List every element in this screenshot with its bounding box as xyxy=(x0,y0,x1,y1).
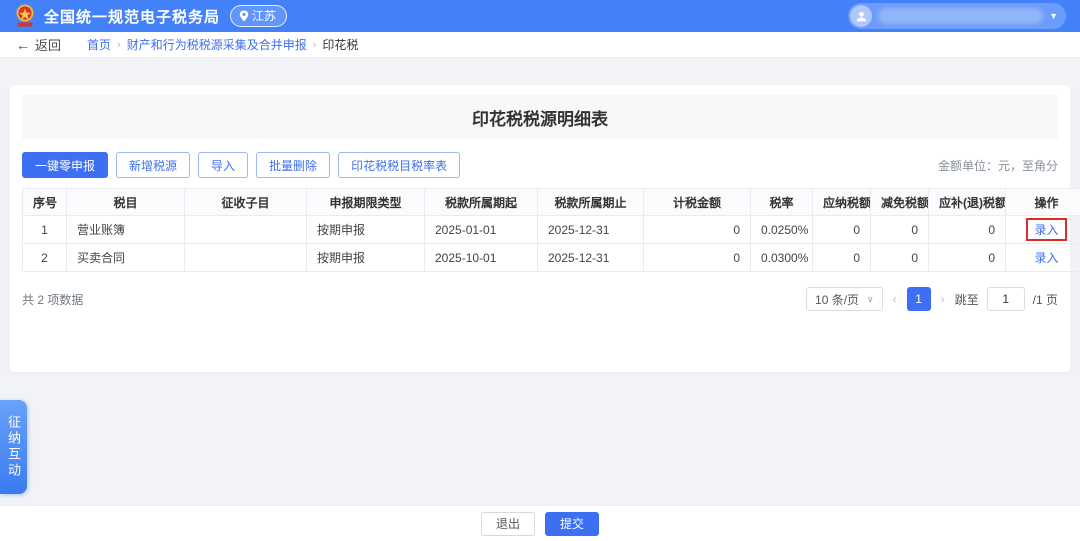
stamp-tax-card: 印花税税源明细表 一键零申报 新增税源 导入 批量删除 印花税税目税率表 金额单… xyxy=(10,85,1070,372)
table-cell: 0 xyxy=(644,216,751,244)
table-cell: 0 xyxy=(929,216,1006,244)
card-title-strip: 印花税税源明细表 xyxy=(22,95,1058,139)
table-cell-action: 录入 xyxy=(1006,216,1080,244)
user-icon xyxy=(855,10,868,23)
page-footer: 退出 提交 xyxy=(0,505,1080,541)
column-header: 税款所属期止 xyxy=(538,189,644,216)
breadcrumb-separator: › xyxy=(117,39,121,51)
table-cell: 0 xyxy=(929,244,1006,272)
table-cell: 2025-12-31 xyxy=(538,216,644,244)
table-header-row: 序号税目征收子目申报期限类型税款所属期起税款所属期止计税金额税率应纳税额减免税额… xyxy=(23,189,1080,216)
app-header: 全国统一规范电子税务局 江苏 ▼ xyxy=(0,0,1080,32)
location-label: 江苏 xyxy=(252,7,276,24)
table-cell: 2 xyxy=(23,244,67,272)
chevron-down-icon: ▼ xyxy=(1049,11,1058,21)
chevron-down-icon: ∨ xyxy=(867,294,874,305)
table-body: 1营业账簿按期申报2025-01-012025-12-3100.0250%000… xyxy=(23,216,1080,272)
table-cell: 2025-12-31 xyxy=(538,244,644,272)
user-name-redacted xyxy=(878,8,1043,24)
table-cell: 买卖合同 xyxy=(67,244,185,272)
table-cell: 营业账簿 xyxy=(67,216,185,244)
jump-to-label: 跳至 xyxy=(955,291,979,308)
column-header: 税款所属期起 xyxy=(425,189,538,216)
row-enter-link[interactable]: 录入 xyxy=(1034,251,1058,265)
breadcrumb-collection[interactable]: 财产和行为税税源采集及合并申报 xyxy=(127,36,307,53)
column-header: 征收子目 xyxy=(185,189,307,216)
tax-interaction-side-tab[interactable]: 征纳互动 xyxy=(0,400,27,494)
page-number-1[interactable]: 1 xyxy=(907,287,931,311)
back-label: 返回 xyxy=(35,35,61,54)
table-cell: 0 xyxy=(813,244,871,272)
column-header: 应纳税额 xyxy=(813,189,871,216)
next-page-button[interactable]: › xyxy=(939,292,947,306)
table-cell: 0 xyxy=(644,244,751,272)
tax-rate-table-button[interactable]: 印花税税目税率表 xyxy=(338,152,460,178)
back-button[interactable]: ← 返回 xyxy=(16,35,61,54)
column-header: 税目 xyxy=(67,189,185,216)
exit-button[interactable]: 退出 xyxy=(481,512,535,536)
back-arrow-icon: ← xyxy=(16,37,30,53)
table-cell: 1 xyxy=(23,216,67,244)
one-click-zero-filing-button[interactable]: 一键零申报 xyxy=(22,152,108,178)
submit-button[interactable]: 提交 xyxy=(545,512,599,536)
tax-bureau-emblem-icon xyxy=(14,4,36,28)
user-account-menu[interactable]: ▼ xyxy=(848,3,1066,29)
page-size-select[interactable]: 10 条/页 ∨ xyxy=(806,287,883,311)
table-cell: 按期申报 xyxy=(307,216,425,244)
add-tax-source-button[interactable]: 新增税源 xyxy=(116,152,190,178)
table-footer: 共 2 项数据 10 条/页 ∨ ‹ 1 › 跳至 /1 页 xyxy=(22,287,1058,311)
breadcrumb-bar: ← 返回 首页 › 财产和行为税税源采集及合并申报 › 印花税 xyxy=(0,32,1080,58)
table-cell xyxy=(185,216,307,244)
table-cell: 0.0300% xyxy=(751,244,813,272)
column-header: 操作 xyxy=(1006,189,1080,216)
table-cell: 2025-10-01 xyxy=(425,244,538,272)
amount-unit-note: 金额单位：元，至角分 xyxy=(938,157,1058,178)
table-cell xyxy=(185,244,307,272)
table-cell-action: 录入 xyxy=(1006,244,1080,272)
row-enter-link[interactable]: 录入 xyxy=(1026,218,1066,241)
table-cell: 0 xyxy=(813,216,871,244)
toolbar: 一键零申报 新增税源 导入 批量删除 印花税税目税率表 金额单位：元，至角分 xyxy=(22,152,1058,178)
column-header: 计税金额 xyxy=(644,189,751,216)
column-header: 应补(退)税额 xyxy=(929,189,1006,216)
total-pages-label: /1 页 xyxy=(1033,291,1058,308)
batch-delete-button[interactable]: 批量删除 xyxy=(256,152,330,178)
import-button[interactable]: 导入 xyxy=(198,152,248,178)
location-badge[interactable]: 江苏 xyxy=(230,5,287,27)
total-items-text: 共 2 项数据 xyxy=(22,291,83,308)
location-pin-icon xyxy=(239,10,249,22)
table-cell: 按期申报 xyxy=(307,244,425,272)
breadcrumb-home[interactable]: 首页 xyxy=(87,36,111,53)
table-row: 2买卖合同按期申报2025-10-012025-12-3100.0300%000… xyxy=(23,244,1080,272)
app-title: 全国统一规范电子税务局 xyxy=(44,6,220,27)
page-title: 印花税税源明细表 xyxy=(472,105,608,130)
column-header: 序号 xyxy=(23,189,67,216)
breadcrumb-separator: › xyxy=(313,39,317,51)
table-cell: 0 xyxy=(871,216,929,244)
breadcrumb-current: 印花税 xyxy=(322,36,358,53)
page-size-value: 10 条/页 xyxy=(815,291,859,308)
breadcrumb: 首页 › 财产和行为税税源采集及合并申报 › 印花税 xyxy=(87,36,358,53)
pagination: 10 条/页 ∨ ‹ 1 › 跳至 /1 页 xyxy=(806,287,1058,311)
table-cell: 0.0250% xyxy=(751,216,813,244)
column-header: 税率 xyxy=(751,189,813,216)
tax-source-table: 序号税目征收子目申报期限类型税款所属期起税款所属期止计税金额税率应纳税额减免税额… xyxy=(22,188,1080,272)
user-avatar xyxy=(850,5,872,27)
column-header: 减免税额 xyxy=(871,189,929,216)
table-cell: 2025-01-01 xyxy=(425,216,538,244)
jump-to-page-input[interactable] xyxy=(987,287,1025,311)
column-header: 申报期限类型 xyxy=(307,189,425,216)
table-cell: 0 xyxy=(871,244,929,272)
table-row: 1营业账簿按期申报2025-01-012025-12-3100.0250%000… xyxy=(23,216,1080,244)
prev-page-button[interactable]: ‹ xyxy=(891,292,899,306)
